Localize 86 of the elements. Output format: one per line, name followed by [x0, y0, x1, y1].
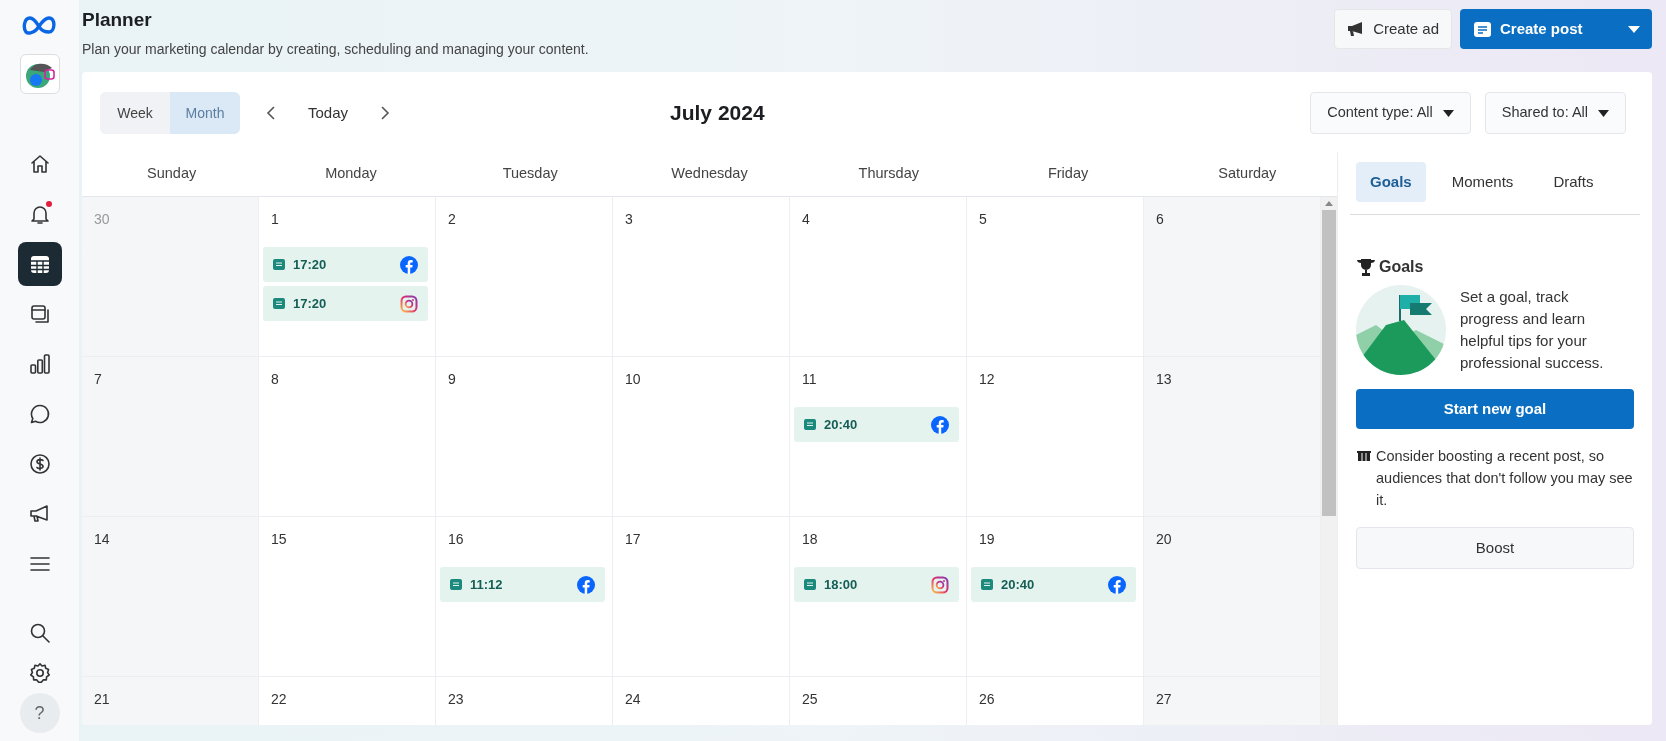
- day-number: 21: [93, 690, 111, 707]
- profile-avatar[interactable]: [19, 54, 60, 94]
- scrollbar[interactable]: [1321, 197, 1337, 725]
- dollar-icon: [27, 452, 52, 476]
- section-heading: Goals: [1379, 257, 1424, 277]
- day-number: 4: [801, 210, 811, 227]
- sidebar-calendar-button[interactable]: [17, 242, 62, 286]
- day-number: 27: [1155, 690, 1173, 707]
- day-number: 15: [270, 530, 288, 547]
- panel-tab[interactable]: Moments: [1437, 162, 1528, 202]
- scheduled-post[interactable]: 20:40: [971, 567, 1136, 602]
- weekday-header: Saturday: [1218, 164, 1277, 184]
- caret-icon: [1598, 109, 1609, 117]
- day-number: 30: [93, 210, 111, 227]
- scheduled-post[interactable]: 17:20: [263, 286, 428, 321]
- month-title: July 2024: [670, 100, 765, 127]
- start-new-goal-button[interactable]: Start new goal: [1356, 389, 1634, 429]
- day-number: 24: [624, 690, 642, 707]
- day-number: 9: [447, 370, 457, 387]
- post-icon: [804, 579, 816, 590]
- facebook-icon: [400, 255, 418, 274]
- create-post-button[interactable]: Create post: [1460, 9, 1652, 49]
- weekday-header: Sunday: [147, 164, 197, 184]
- scheduled-post[interactable]: 18:00: [794, 567, 959, 602]
- day-number: 18: [801, 530, 819, 547]
- bar-chart-icon: [27, 352, 52, 376]
- settings-icon: [27, 661, 52, 685]
- panel-tab[interactable]: Goals: [1356, 162, 1426, 202]
- post-icon: [981, 579, 993, 590]
- day-number: 3: [624, 210, 634, 227]
- instagram-icon: [400, 294, 418, 313]
- scheduled-post[interactable]: 11:12: [440, 567, 605, 602]
- caret-icon: [1628, 25, 1640, 33]
- chevron-right-icon: [380, 105, 391, 121]
- day-number: 1: [270, 210, 280, 227]
- day-number: 19: [978, 530, 996, 547]
- day-number: 6: [1155, 210, 1165, 227]
- day-number: 5: [978, 210, 988, 227]
- create-ad-button[interactable]: Create ad: [1334, 9, 1452, 49]
- day-number: 11: [801, 370, 818, 387]
- boost-button[interactable]: Boost: [1356, 527, 1634, 569]
- post-icon: [273, 298, 285, 309]
- today-button[interactable]: Today: [286, 101, 371, 125]
- scheduled-post[interactable]: 20:40: [794, 407, 959, 442]
- caret-icon: [1442, 109, 1454, 117]
- instagram-icon: [931, 575, 949, 594]
- post-icon: [1474, 21, 1491, 37]
- day-number: 17: [624, 530, 642, 547]
- weekday-header: Friday: [1047, 164, 1089, 184]
- facebook-icon: [931, 415, 949, 434]
- post-icon: [450, 579, 462, 590]
- page-subtitle: Plan your marketing calendar by creating, scheduling and managing your content.: [82, 39, 590, 59]
- chevron-left-icon: [266, 105, 276, 121]
- meta-logo-icon[interactable]: [21, 14, 58, 36]
- boost-tip: Consider boosting a recent post, so audiences that don't follow you may see it.: [1376, 447, 1634, 510]
- post-icon: [804, 419, 816, 430]
- view-toggle[interactable]: Month: [170, 92, 240, 134]
- weekday-header: Tuesday: [502, 164, 558, 184]
- goal-description: Set a goal, track progress and learn helpful tips for your professional success.: [1460, 287, 1605, 373]
- filter-dropdown[interactable]: Shared to: All: [1484, 92, 1626, 134]
- day-number: 16: [447, 530, 465, 547]
- day-number: 12: [978, 370, 996, 387]
- day-number: 25: [801, 690, 819, 707]
- help-button[interactable]: ?: [19, 693, 60, 733]
- day-number: 22: [270, 690, 288, 707]
- day-number: 8: [270, 370, 280, 387]
- day-number: 7: [93, 370, 103, 387]
- day-number: 10: [624, 370, 642, 387]
- day-number: 20: [1155, 530, 1173, 547]
- day-number: 13: [1155, 370, 1173, 387]
- day-number: 23: [447, 690, 465, 707]
- day-number: 26: [978, 690, 996, 707]
- day-number: 14: [93, 530, 111, 547]
- day-number: 2: [447, 210, 457, 227]
- panel-tab[interactable]: Drafts: [1539, 162, 1608, 202]
- weekday-header: Thursday: [858, 164, 919, 184]
- trophy-icon: [1356, 257, 1376, 277]
- weekday-header: Wednesday: [671, 164, 748, 184]
- scroll-up-icon[interactable]: [1325, 201, 1333, 206]
- page-title: Planner: [82, 8, 153, 32]
- facebook-icon: [1108, 575, 1126, 594]
- filter-dropdown[interactable]: Content type: All: [1310, 92, 1471, 134]
- facebook-icon: [577, 575, 595, 594]
- weekday-header: Monday: [325, 164, 377, 184]
- post-icon: [273, 259, 285, 270]
- scheduled-post[interactable]: 17:20: [263, 247, 428, 282]
